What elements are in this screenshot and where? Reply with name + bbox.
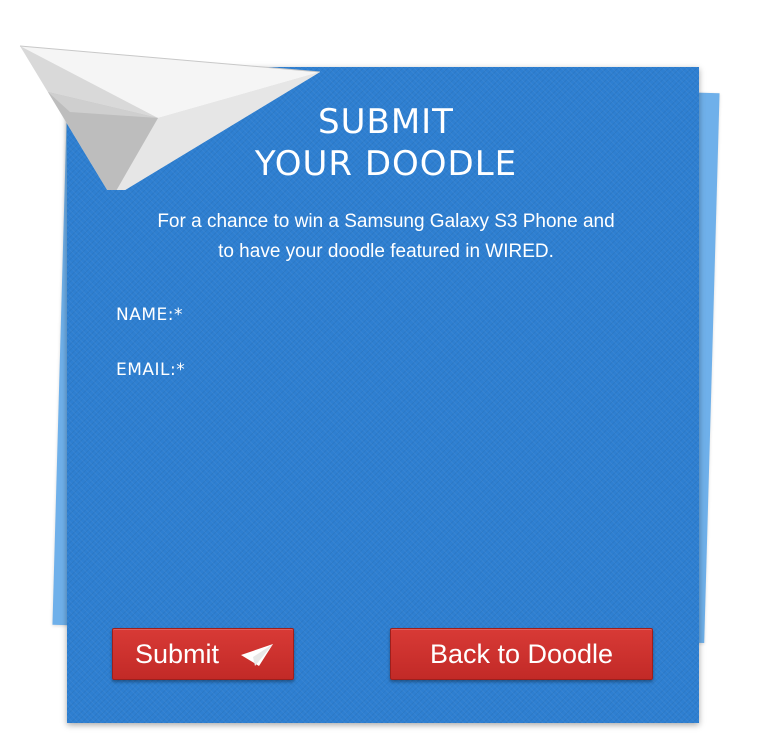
name-field[interactable] — [210, 302, 554, 330]
email-label: EMAIL:* — [116, 360, 186, 380]
back-button-label: Back to Doodle — [429, 638, 614, 669]
submit-doodle-dialog: SUBMIT YOUR DOODLE For a chance to win a… — [0, 0, 772, 739]
intro-text-line-1: For a chance to win a Samsung Galaxy S3 … — [157, 211, 615, 232]
submit-button-label: Submit — [135, 638, 220, 669]
email-field[interactable] — [210, 357, 554, 385]
back-to-doodle-button[interactable]: Back to Doodle — [390, 628, 653, 680]
intro-text-line-2: to have your doodle featured in WIRED. — [218, 241, 554, 262]
name-label: NAME:* — [116, 305, 183, 325]
page-title-line-2: YOUR DOODLE — [254, 144, 518, 184]
paper-plane-icon — [241, 644, 273, 666]
page-title-line-1: SUBMIT — [318, 102, 454, 142]
submit-button[interactable]: Submit — [112, 628, 294, 680]
